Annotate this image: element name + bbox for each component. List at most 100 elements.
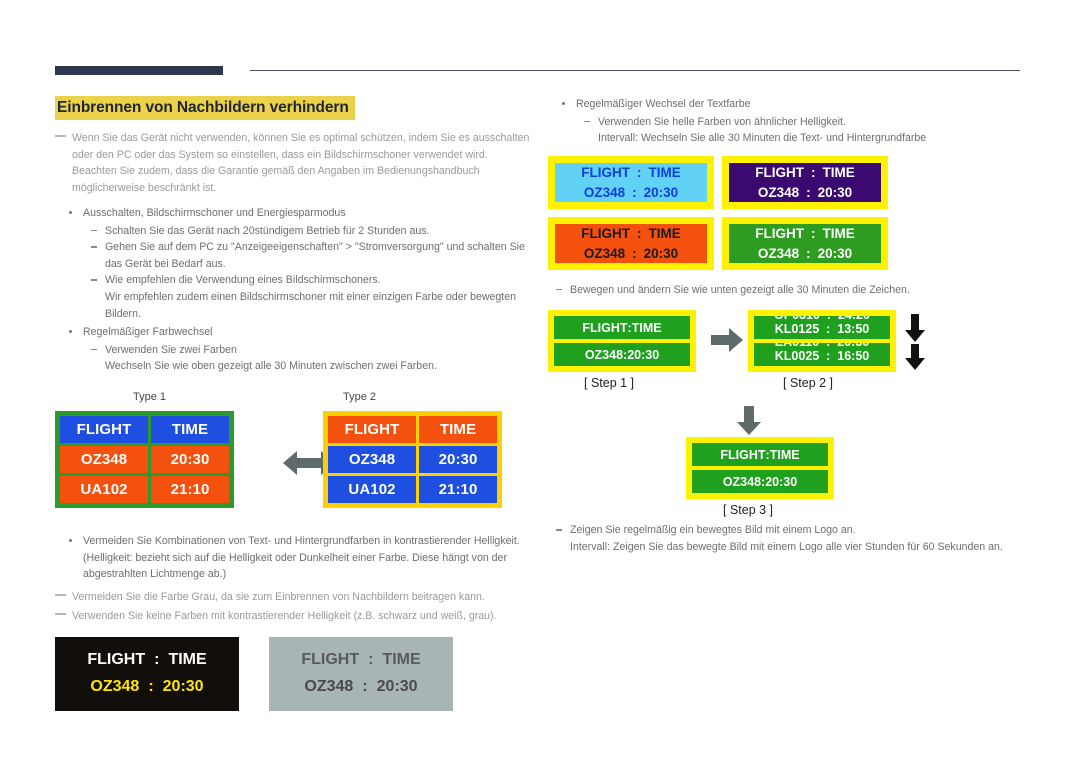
sub-list-colorchange: Verwenden Sie zwei Farben Wechseln Sie w…: [83, 342, 535, 375]
scroll-down-arrows-icon: [904, 312, 926, 379]
board-cell-right: TIME: [648, 165, 681, 181]
bullet-dash-icon: [91, 246, 97, 248]
board-row-scroll-2: EA0110 : 20:30 KL0025 : 16:50: [754, 343, 890, 367]
flight-board-type1: FLIGHT TIME OZ348 20:30 UA102 21:10: [55, 410, 234, 508]
list-item: Vermeiden Sie Kombinationen von Text- un…: [55, 533, 535, 583]
board-row-data: OZ348:20:30: [554, 343, 690, 367]
board-cell-left: FLIGHT: [301, 651, 360, 669]
board-cell-right: 20:30: [376, 678, 418, 696]
sub-item-line: Verwenden Sie zwei Farben: [105, 343, 237, 356]
board-cell-sep: :: [632, 184, 637, 200]
left-column: Einbrennen von Nachbildern verhindern We…: [55, 96, 535, 711]
flight-board: FLIGHT: TIME OZ348:20:30: [55, 636, 239, 711]
board-row-header: FLIGHT: TIME: [269, 651, 453, 669]
board-header-cell: FLIGHT: [60, 415, 148, 443]
board-cell-left: FLIGHT: [581, 226, 630, 242]
board-cell-left: OZ348: [583, 245, 626, 261]
note-gray-text: Vermeiden Sie die Farbe Grau, da sie zum…: [72, 590, 485, 603]
board-cell-right: TIME: [168, 651, 207, 669]
board-cell-sep: :: [811, 226, 816, 242]
note-dash-icon: [55, 593, 66, 596]
board-cell-left: OZ348: [90, 678, 140, 696]
board-cell-right: TIME: [769, 447, 800, 462]
bullet-dot-icon: [69, 330, 72, 334]
bullet-title: Regelmäßiger Wechsel der Textfarbe: [576, 98, 751, 110]
color-panel: FLIGHT: TIME OZ348:20:30: [548, 155, 714, 209]
note-intro-text: Wenn Sie das Gerät nicht verwenden, könn…: [72, 132, 530, 194]
board-cell-sep: :: [811, 165, 816, 181]
bullet-title: Ausschalten, Bildschirmschoner und Energ…: [83, 207, 346, 219]
board-cell-sep: :: [806, 245, 811, 261]
list-item: Bewegen und ändern Sie wie unten gezeigt…: [548, 282, 1026, 299]
list-item: Verwenden Sie zwei Farben Wechseln Sie w…: [83, 342, 535, 375]
sub-list-move: Bewegen und ändern Sie wie unten gezeigt…: [548, 282, 1026, 299]
board-row-data: OZ348:20:30: [692, 470, 828, 494]
board-cell-left: OZ348: [722, 474, 762, 489]
board-row-header: FLIGHT: TIME: [555, 223, 707, 244]
step3-label: [ Step 3 ]: [723, 503, 774, 518]
board-data-cell: 21:10: [419, 475, 497, 503]
logo-note-line-1: Zeigen Sie regelmäßig ein bewegtes Bild …: [570, 524, 856, 537]
board-cell-sep: :: [362, 678, 368, 696]
document-page: Einbrennen von Nachbildern verhindern We…: [0, 0, 1080, 763]
color-panel: FLIGHT: TIME OZ348:20:30: [548, 216, 714, 270]
board-data-cell: 21:10: [151, 475, 229, 503]
sub-item-line-2: Wechseln Sie wie oben gezeigt alle 30 Mi…: [105, 360, 437, 373]
board-header-cell: TIME: [151, 415, 229, 443]
list-item: Zeigen Sie regelmäßig ein bewegtes Bild …: [548, 522, 1026, 555]
board-cell-left: OZ348: [757, 245, 800, 261]
board-cell-left: OZ348: [583, 184, 626, 200]
board-cell-right: 20:30: [817, 184, 853, 200]
arrow-down-thick-icon: [736, 406, 762, 441]
step-sequence-bottom: FLIGHT: TIME OZ348:20:30 [ Step 3 ]: [548, 404, 1026, 522]
color-panel-grid: FLIGHT: TIME OZ348:20:30 FLIGHT: TIME OZ348:2…: [548, 155, 1026, 270]
step-sequence-top: FLIGHT:TIME OZ348:20:30 OP0310 : 24:20 K…: [548, 310, 1026, 406]
sub-list-power: Schalten Sie das Gerät nach 20stündigem …: [83, 223, 535, 323]
board-row-header: FLIGHT: TIME: [729, 162, 881, 183]
board-cell-left: OZ348: [584, 347, 624, 362]
board-row-data: OZ348:20:30: [555, 243, 707, 263]
board-cell-right: TIME: [382, 651, 421, 669]
board-cell-right: TIME: [822, 226, 855, 242]
board-row-header: FLIGHT: TIME: [555, 162, 707, 183]
type-comparison: Type 1 Type 2 FLIGHT TIME OZ348 20:30 UA102 2…: [55, 391, 535, 519]
flight-board-type2: FLIGHT TIME OZ348 20:30 UA102 21:10: [323, 410, 502, 508]
type2-label: Type 2: [343, 390, 377, 403]
flight-board-step3: FLIGHT: TIME OZ348:20:30: [686, 437, 834, 500]
note-gray-color: Vermeiden Sie die Farbe Grau, da sie zum…: [55, 589, 535, 605]
page-title: Einbrennen von Nachbildern verhindern: [55, 96, 355, 121]
board-row-header: FLIGHT: TIME: [554, 316, 690, 340]
bullet-dash-icon: [556, 529, 562, 531]
board-row-header: FLIGHT: TIME: [692, 443, 828, 467]
board-data-cell: 20:30: [151, 445, 229, 473]
board-data-cell: 20:30: [419, 445, 497, 473]
board-cell-right: TIME: [822, 165, 855, 181]
board-cell-left: FLIGHT: [582, 320, 628, 335]
board-row-data: OZ348:20:30: [555, 182, 707, 202]
board-cell-left: FLIGHT: [87, 651, 146, 669]
board-cell-sep: :: [154, 651, 160, 669]
color-panel: FLIGHT: TIME OZ348:20:30: [722, 155, 888, 209]
step2-label: [ Step 2 ]: [783, 376, 834, 391]
board-cell-sep: :: [632, 245, 637, 261]
list-item: Wie empfehlen die Verwendung eines Bilds…: [83, 272, 535, 322]
board-cell-right: 20:30: [643, 245, 679, 261]
bullet-dash-icon: [556, 288, 562, 291]
bullet-title: Vermeiden Sie Kombinationen von Text- un…: [83, 534, 520, 547]
bullet-dot-icon: [69, 211, 72, 214]
note-intro: Wenn Sie das Gerät nicht verwenden, könn…: [55, 130, 535, 196]
move-note-text: Bewegen und ändern Sie wie unten gezeigt…: [570, 283, 910, 296]
board-data-cell: UA102: [60, 475, 148, 503]
note-contrast-color: Verwenden Sie keine Farben mit kontrasti…: [55, 608, 535, 624]
scroll-line-2: KL0025 : 16:50: [774, 349, 870, 364]
list-item: Regelmäßiger Farbwechsel Verwenden Sie z…: [55, 324, 535, 375]
sub-item-line: Verwenden Sie helle Farben von ähnlicher…: [598, 115, 846, 128]
color-panel: FLIGHT: TIME OZ348:20:30: [722, 216, 888, 270]
board-cell-left: OZ348: [304, 678, 354, 696]
flight-board-step2: OP0310 : 24:20 KL0125 : 13:50 EA0110 : 2…: [748, 310, 896, 373]
bullet-list-contrast: Vermeiden Sie Kombinationen von Text- un…: [55, 533, 535, 583]
board-cell-right: TIME: [648, 226, 681, 242]
board-data-cell: UA102: [328, 475, 416, 503]
flight-board-step1: FLIGHT: TIME OZ348:20:30: [548, 310, 696, 373]
board-row-data: OZ348:20:30: [269, 678, 453, 696]
